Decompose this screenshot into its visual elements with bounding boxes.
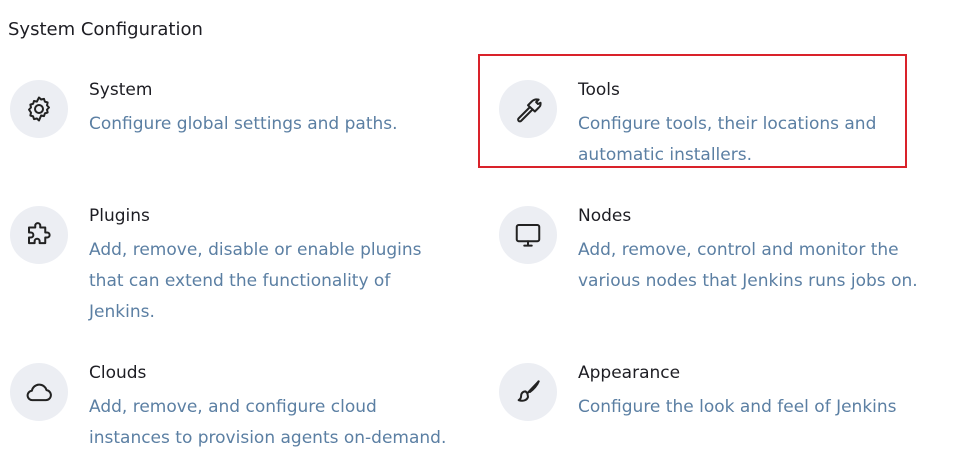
plugins-title: Plugins (89, 206, 150, 226)
nodes-title: Nodes (578, 206, 632, 226)
nodes-item[interactable]: Nodes Add, remove, control and monitor t… (499, 206, 929, 296)
selection-highlight (478, 54, 907, 168)
monitor-icon (499, 206, 557, 264)
plugins-item[interactable]: Plugins Add, remove, disable or enable p… (10, 206, 430, 324)
section-title: System Configuration (8, 19, 203, 40)
clouds-item[interactable]: Clouds Add, remove, and configure cloud … (10, 363, 470, 453)
plugins-description: Add, remove, disable or enable plugins t… (89, 240, 422, 322)
nodes-description: Add, remove, control and monitor the var… (578, 240, 918, 291)
clouds-description: Add, remove, and configure cloud instanc… (89, 397, 447, 448)
appearance-item[interactable]: Appearance Configure the look and feel o… (499, 363, 919, 433)
paintbrush-icon (499, 363, 557, 421)
system-title: System (89, 80, 153, 100)
clouds-title: Clouds (89, 363, 147, 383)
puzzle-icon (10, 206, 68, 264)
cloud-icon (10, 363, 68, 421)
system-item[interactable]: System Configure global settings and pat… (10, 80, 430, 150)
gear-icon (10, 80, 68, 138)
appearance-title: Appearance (578, 363, 681, 383)
appearance-description: Configure the look and feel of Jenkins (578, 397, 897, 417)
system-description: Configure global settings and paths. (89, 114, 398, 134)
